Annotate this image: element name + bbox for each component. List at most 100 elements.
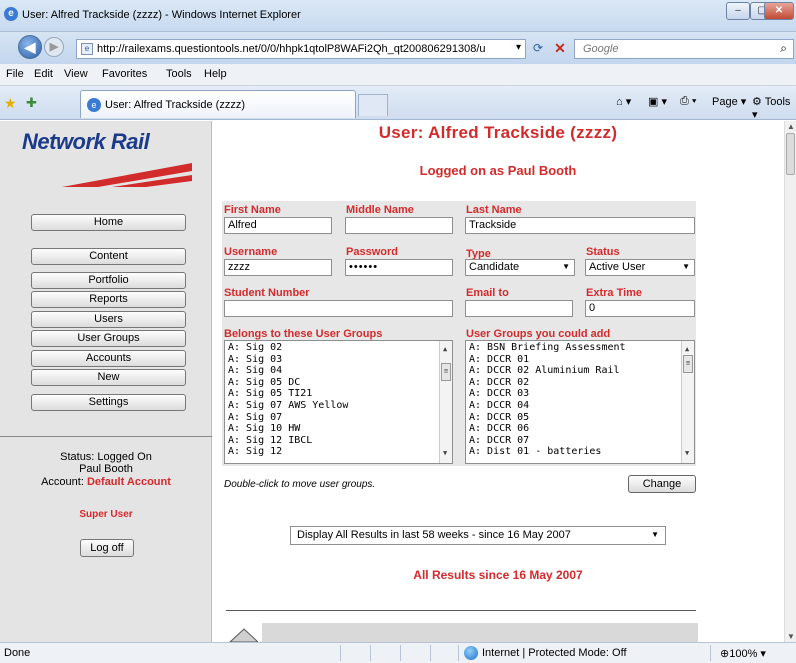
chevron-down-icon[interactable]: ▾ <box>516 42 521 53</box>
list-item[interactable]: A: Sig 05 DC <box>228 377 449 389</box>
scroll-up-icon[interactable]: ▲ <box>443 344 447 356</box>
sidebar-accounts-button[interactable]: Accounts <box>31 350 186 367</box>
close-button[interactable]: ✕ <box>764 2 794 20</box>
list-item[interactable]: A: DCCR 03 <box>469 388 691 400</box>
sidebar-new-button[interactable]: New <box>31 369 186 386</box>
menu-edit[interactable]: Edit <box>34 68 53 80</box>
minimize-button[interactable]: – <box>726 2 750 20</box>
list-item[interactable]: A: Sig 12 IBCL <box>228 435 449 447</box>
sidebar-home-button[interactable]: Home <box>31 214 186 231</box>
home-icon[interactable]: ⌂ ▾ <box>616 95 631 108</box>
window-title: User: Alfred Trackside (zzzz) - Windows … <box>22 9 301 21</box>
type-select[interactable]: Candidate ▼ <box>465 259 575 276</box>
first-name-field[interactable]: Alfred <box>224 217 332 234</box>
title-bar: e User: Alfred Trackside (zzzz) - Window… <box>0 0 796 32</box>
add-favorite-icon[interactable]: ✚ <box>26 95 37 111</box>
results-period-value: Display All Results in last 58 weeks - s… <box>297 529 571 541</box>
sidebar-user-groups-button[interactable]: User Groups <box>31 330 186 347</box>
list-item[interactable]: A: DCCR 07 <box>469 435 691 447</box>
list-item[interactable]: A: Sig 04 <box>228 365 449 377</box>
address-row: ◀ ▶ e http://railexams.questiontools.net… <box>0 32 796 64</box>
print-icon[interactable]: ⎙ ▾ <box>680 95 696 108</box>
sidebar-settings-button[interactable]: Settings <box>31 394 186 411</box>
student-number-label: Student Number <box>224 287 310 299</box>
menu-favorites[interactable]: Favorites <box>102 68 147 80</box>
favorites-star-icon[interactable]: ★ <box>4 95 17 112</box>
results-heading: All Results since 16 May 2007 <box>413 568 583 582</box>
scroll-up-icon[interactable]: ▲ <box>685 344 689 356</box>
page-scrollbar[interactable]: ▲ ▼ <box>784 121 796 642</box>
results-period-select[interactable]: Display All Results in last 58 weeks - s… <box>290 526 666 545</box>
list-item[interactable]: A: DCCR 01 <box>469 354 691 366</box>
could-add-groups-list[interactable]: A: BSN Briefing Assessment A: DCCR 01 A:… <box>465 340 695 464</box>
menu-view[interactable]: View <box>64 68 88 80</box>
page-menu[interactable]: Page ▾ <box>712 95 746 108</box>
role-label: Super User <box>79 509 133 520</box>
middle-name-field[interactable] <box>345 217 453 234</box>
globe-icon <box>464 646 478 660</box>
refresh-icon[interactable]: ⟳ <box>530 41 546 57</box>
sidebar-reports-button[interactable]: Reports <box>31 291 186 308</box>
menu-help[interactable]: Help <box>204 68 227 80</box>
sidebar-portfolio-button[interactable]: Portfolio <box>31 272 186 289</box>
double-click-hint: Double-click to move user groups. <box>224 479 376 490</box>
list-item[interactable]: A: BSN Briefing Assessment <box>469 342 691 354</box>
feeds-icon[interactable]: ▣ ▾ <box>648 95 667 108</box>
security-zone-text[interactable]: Internet | Protected Mode: Off <box>482 647 627 659</box>
address-bar[interactable]: e http://railexams.questiontools.net/0/0… <box>76 39 526 59</box>
list-item[interactable]: A: DCCR 06 <box>469 423 691 435</box>
scroll-down-icon[interactable]: ▼ <box>685 448 689 460</box>
change-button[interactable]: Change <box>628 475 696 493</box>
status-line: Status: Logged On <box>60 451 152 463</box>
scroll-up-icon[interactable]: ▲ <box>787 122 795 131</box>
email-to-field[interactable] <box>465 300 573 317</box>
list-scrollbar[interactable]: ▲ ≡ ▼ <box>439 341 452 463</box>
list-item[interactable]: A: Sig 03 <box>228 354 449 366</box>
page-title: User: Alfred Trackside (zzzz) <box>378 123 618 142</box>
list-item[interactable]: A: DCCR 02 Aluminium Rail <box>469 365 691 377</box>
last-name-field[interactable]: Trackside <box>465 217 695 234</box>
scroll-down-icon[interactable]: ▼ <box>787 632 795 641</box>
search-input[interactable]: Google ⌕ <box>574 39 794 59</box>
scroll-thumb[interactable]: ≡ <box>441 363 451 381</box>
search-icon[interactable]: ⌕ <box>780 41 787 56</box>
list-item[interactable]: A: Sig 10 HW <box>228 423 449 435</box>
new-tab-button[interactable] <box>358 94 388 116</box>
extra-time-field[interactable]: 0 <box>585 300 695 317</box>
email-to-label: Email to <box>466 287 509 299</box>
account-value: Default Account <box>86 476 171 488</box>
tab-current[interactable]: e User: Alfred Trackside (zzzz) <box>80 90 356 118</box>
list-item[interactable]: A: Sig 07 AWS Yellow <box>228 400 449 412</box>
belongs-groups-list[interactable]: A: Sig 02 A: Sig 03 A: Sig 04 A: Sig 05 … <box>224 340 453 464</box>
search-placeholder: Google <box>583 43 619 55</box>
stop-icon[interactable]: ✕ <box>552 40 568 56</box>
log-off-button[interactable]: Log off <box>80 539 134 557</box>
list-item[interactable]: A: Sig 02 <box>228 342 449 354</box>
list-item[interactable]: A: Sig 07 <box>228 412 449 424</box>
list-item[interactable]: A: Sig 05 TI21 <box>228 388 449 400</box>
username-field[interactable]: zzzz <box>224 259 332 276</box>
list-item[interactable]: A: DCCR 05 <box>469 412 691 424</box>
list-item[interactable]: A: Sig 12 <box>228 446 449 458</box>
forward-button[interactable]: ▶ <box>44 37 64 57</box>
list-item[interactable]: A: DCCR 02 <box>469 377 691 389</box>
menu-tools[interactable]: Tools <box>166 68 192 80</box>
student-number-field[interactable] <box>224 300 453 317</box>
scroll-thumb[interactable]: ≡ <box>683 355 693 373</box>
list-item[interactable]: A: DCCR 04 <box>469 400 691 412</box>
menu-file[interactable]: File <box>6 68 24 80</box>
list-item[interactable]: A: Dist 01 - batteries <box>469 446 691 458</box>
sidebar-users-button[interactable]: Users <box>31 311 186 328</box>
back-button[interactable]: ◀ <box>18 35 42 59</box>
logo-swoosh-icon <box>62 163 192 187</box>
zoom-level[interactable]: ⊕100% ▾ <box>720 647 766 660</box>
belongs-groups-label: Belongs to these User Groups <box>224 328 383 340</box>
ie-icon: e <box>4 7 18 21</box>
scroll-down-icon[interactable]: ▼ <box>443 448 447 460</box>
status-select[interactable]: Active User ▼ <box>585 259 695 276</box>
list-scrollbar[interactable]: ▲ ≡ ▼ <box>681 341 694 463</box>
sidebar-content-button[interactable]: Content <box>31 248 186 265</box>
scroll-thumb[interactable] <box>786 133 795 175</box>
tools-menu[interactable]: ⚙ Tools ▾ <box>752 95 796 121</box>
password-field[interactable]: •••••• <box>345 259 453 276</box>
